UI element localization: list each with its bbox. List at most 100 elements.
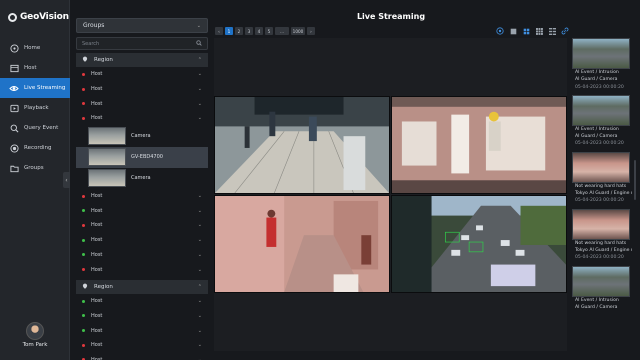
host-row[interactable]: Host ⌄ <box>76 338 208 353</box>
nav-item-playback[interactable]: Playback <box>0 98 70 118</box>
geovision-logo-icon <box>8 12 17 22</box>
nav-item-host[interactable]: Host <box>0 58 70 78</box>
link-icon[interactable] <box>561 27 569 35</box>
home-icon <box>9 43 19 53</box>
host-label: Host <box>91 237 103 244</box>
host-row[interactable]: Host ⌄ <box>76 189 208 204</box>
event-card[interactable]: AI Event / Intrusion AI Guard / Camera 05-… <box>572 94 632 148</box>
host-row[interactable]: Host ⌄ <box>76 67 208 82</box>
prev-page-button[interactable]: ‹ <box>215 27 223 35</box>
status-dot <box>82 223 85 227</box>
host-row[interactable]: Host ⌄ <box>76 96 208 111</box>
event-type: AI Event / Intrusion <box>575 297 619 303</box>
host-label: Host <box>91 266 103 273</box>
chevron-down-icon: ⌄ <box>197 298 202 305</box>
host-label: Host <box>91 342 103 349</box>
user-profile[interactable]: Tom Park <box>0 322 70 348</box>
page-button[interactable]: 3 <box>245 27 253 35</box>
search-placeholder: Search <box>82 40 100 47</box>
layout-1x1-icon[interactable] <box>509 27 517 35</box>
event-card[interactable]: Not wearing hard hats Tokyo AI Guard / En… <box>572 151 632 205</box>
host-row[interactable]: Host ⌄ <box>76 294 208 309</box>
status-dot <box>82 72 85 76</box>
nav-label: Query Event <box>24 125 59 131</box>
video-tile-lobby[interactable] <box>214 96 390 194</box>
host-label: Host <box>91 115 103 122</box>
event-time: 05-04-2023 00:00:20 <box>575 255 624 261</box>
host-row[interactable]: Host ⌄ <box>76 111 208 126</box>
search-input[interactable]: Search <box>76 37 208 50</box>
video-tile-street[interactable] <box>391 195 567 293</box>
status-dot <box>82 343 85 347</box>
event-card[interactable]: Not wearing hard hats Tokyo AI Guard / En… <box>572 208 632 262</box>
layout-4x4-icon[interactable] <box>548 27 556 35</box>
event-card[interactable]: AI Event / Intrusion AI Guard / Camera <box>572 265 632 312</box>
page-button[interactable]: ... <box>275 27 289 35</box>
page-button[interactable]: 4 <box>255 27 263 35</box>
nav-label: Groups <box>24 165 44 171</box>
nav-label: Live Streaming <box>24 85 66 91</box>
host-row[interactable]: Host ⌄ <box>76 203 208 218</box>
groups-dropdown[interactable]: Groups ⌄ <box>76 18 208 33</box>
chevron-down-icon: ⌄ <box>197 86 202 93</box>
left-nav: GeoVision Home Host Live Streaming Playb… <box>0 0 70 360</box>
host-label: Host <box>91 298 103 305</box>
host-row[interactable]: Host ⌄ <box>76 248 208 263</box>
layout-2x2-icon[interactable] <box>522 27 530 35</box>
page-button[interactable]: 5 <box>265 27 273 35</box>
host-row[interactable]: Host ⌄ <box>76 233 208 248</box>
status-dot <box>82 253 85 257</box>
page-button[interactable]: 1 <box>225 27 233 35</box>
host-row[interactable]: Host ⌄ <box>76 218 208 233</box>
camera-row[interactable]: Camera <box>76 126 208 147</box>
host-label: Host <box>91 222 103 229</box>
event-thumbnail <box>572 151 630 183</box>
region-row[interactable]: Region ⌃ <box>76 279 208 294</box>
camera-row[interactable]: Camera <box>76 168 208 189</box>
status-dot <box>82 314 85 318</box>
region-row[interactable]: Region ⌃ <box>76 53 208 67</box>
nav-item-home[interactable]: Home <box>0 38 70 58</box>
layout-3x3-icon[interactable] <box>535 27 543 35</box>
ai-icon[interactable] <box>496 27 504 35</box>
event-thumbnail <box>572 38 630 69</box>
status-dot <box>82 209 85 213</box>
nav-item-groups[interactable]: Groups <box>0 158 70 178</box>
host-row[interactable]: Host ⌄ <box>76 309 208 324</box>
nav-item-query-event[interactable]: Query Event <box>0 118 70 138</box>
event-scrollbar[interactable] <box>634 160 636 200</box>
host-row[interactable]: Host ⌄ <box>76 323 208 338</box>
page-button[interactable]: 1000 <box>291 27 305 35</box>
host-icon <box>9 63 19 73</box>
video-tile-factory[interactable] <box>391 96 567 194</box>
host-row[interactable]: Host ⌄ <box>76 353 208 360</box>
page-button[interactable]: 2 <box>235 27 243 35</box>
host-label: Host <box>91 100 103 107</box>
app-root: GeoVision Home Host Live Streaming Playb… <box>0 0 640 360</box>
host-label: Host <box>91 312 103 319</box>
logo-text: GeoVision <box>20 12 69 22</box>
video-tile-corridor[interactable] <box>214 195 390 293</box>
host-row[interactable]: Host ⌄ <box>76 262 208 277</box>
camera-label: Camera <box>131 175 151 182</box>
eye-icon <box>9 83 19 93</box>
chevron-down-icon: ⌄ <box>197 100 202 107</box>
event-source: AI Guard / Camera <box>575 304 618 310</box>
status-dot <box>82 329 85 333</box>
logo: GeoVision <box>8 12 69 22</box>
region-label: Region <box>94 57 113 63</box>
event-card[interactable]: AI Event / Intrusion AI Guard / Camera 05-… <box>572 38 632 91</box>
nav-label: Home <box>24 45 41 51</box>
folder-icon <box>9 163 19 173</box>
collapse-sidebar-button[interactable]: ‹ <box>63 172 70 188</box>
event-thumbnail <box>572 94 630 126</box>
next-page-button[interactable]: › <box>307 27 315 35</box>
groups-panel: Groups ⌄ Search Region ⌃ Host ⌄ Host ⌄ Host ⌄… <box>76 18 208 360</box>
chevron-down-icon: ⌄ <box>197 251 202 258</box>
nav-item-recording[interactable]: Recording <box>0 138 70 158</box>
nav-item-live-streaming[interactable]: Live Streaming <box>0 78 70 98</box>
chevron-up-icon: ⌃ <box>197 283 202 290</box>
camera-row[interactable]: GV-EBD4700 <box>76 146 208 168</box>
host-row[interactable]: Host ⌄ <box>76 82 208 97</box>
camera-thumbnail <box>88 169 126 188</box>
